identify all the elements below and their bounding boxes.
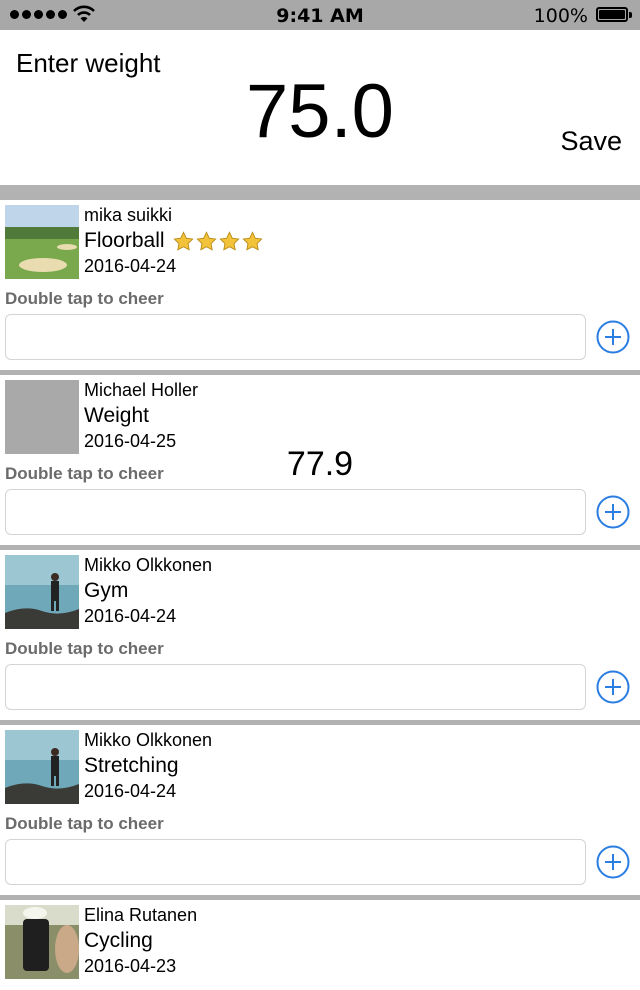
- battery-icon: [596, 7, 628, 22]
- user-name: Michael Holler: [84, 380, 199, 400]
- activity-date: 2016-04-23: [84, 956, 177, 976]
- cheer-hint: Double tap to cheer: [5, 814, 164, 833]
- add-comment-button[interactable]: [596, 845, 630, 879]
- comment-input[interactable]: [5, 314, 586, 360]
- feed-separator: [0, 185, 640, 200]
- activity-date: 2016-04-24: [84, 606, 177, 626]
- person-by-sea-thumbnail[interactable]: [5, 555, 79, 629]
- add-comment-button[interactable]: [596, 320, 630, 354]
- activity-title: Gym: [84, 579, 128, 603]
- star-icon: [218, 230, 240, 251]
- user-name: Mikko Olkkonen: [84, 555, 213, 575]
- feed-card[interactable]: Michael Holler Weight 2016-04-25 77.9 Do…: [0, 375, 640, 550]
- weight-value-display[interactable]: 75.0: [0, 68, 640, 155]
- save-button[interactable]: Save: [560, 126, 622, 157]
- activity-title: Weight: [84, 404, 149, 428]
- feed-card[interactable]: Mikko Olkkonen Stretching 2016-04-24 Dou…: [0, 725, 640, 900]
- activity-label: Weight: [84, 404, 149, 427]
- person-by-sea-thumbnail[interactable]: [5, 730, 79, 804]
- add-comment-button[interactable]: [596, 670, 630, 704]
- add-comment-button[interactable]: [596, 495, 630, 529]
- activity-date: 2016-04-24: [84, 256, 177, 276]
- comment-input[interactable]: [5, 839, 586, 885]
- selfie-thumbnail[interactable]: [5, 905, 79, 979]
- activity-label: Floorball: [84, 229, 165, 252]
- placeholder-thumbnail[interactable]: [5, 380, 79, 454]
- activity-label: Gym: [84, 579, 129, 602]
- activity-feed: mika suikki Floorball 2016-04-24 Double …: [0, 185, 640, 990]
- activity-label: Cycling: [84, 929, 153, 952]
- golf-course-thumbnail[interactable]: [5, 205, 79, 279]
- feed-card[interactable]: Mikko Olkkonen Gym 2016-04-24 Double tap…: [0, 550, 640, 725]
- star-icon: [241, 230, 263, 251]
- battery-percentage: 100%: [533, 5, 588, 27]
- star-icon: [172, 230, 194, 251]
- cheer-hint: Double tap to cheer: [5, 464, 164, 483]
- activity-title: Floorball: [84, 229, 263, 253]
- comment-input[interactable]: [5, 489, 586, 535]
- user-name: mika suikki: [84, 205, 173, 225]
- activity-date: 2016-04-24: [84, 781, 177, 801]
- feed-card[interactable]: Elina Rutanen Cycling 2016-04-23: [0, 900, 640, 990]
- activity-title: Cycling: [84, 929, 153, 953]
- status-bar: 9:41 AM 100%: [0, 0, 640, 30]
- weight-entry-panel: Enter weight 75.0 Save: [0, 30, 640, 185]
- rating-stars: [172, 230, 263, 252]
- activity-label: Stretching: [84, 754, 179, 777]
- cheer-hint: Double tap to cheer: [5, 289, 164, 308]
- cheer-hint: Double tap to cheer: [5, 639, 164, 658]
- user-name: Elina Rutanen: [84, 905, 198, 925]
- activity-date: 2016-04-25: [84, 431, 177, 451]
- feed-card[interactable]: mika suikki Floorball 2016-04-24 Double …: [0, 200, 640, 375]
- user-name: Mikko Olkkonen: [84, 730, 213, 750]
- battery-tip: [629, 12, 632, 18]
- star-icon: [195, 230, 217, 251]
- comment-input[interactable]: [5, 664, 586, 710]
- activity-title: Stretching: [84, 754, 179, 778]
